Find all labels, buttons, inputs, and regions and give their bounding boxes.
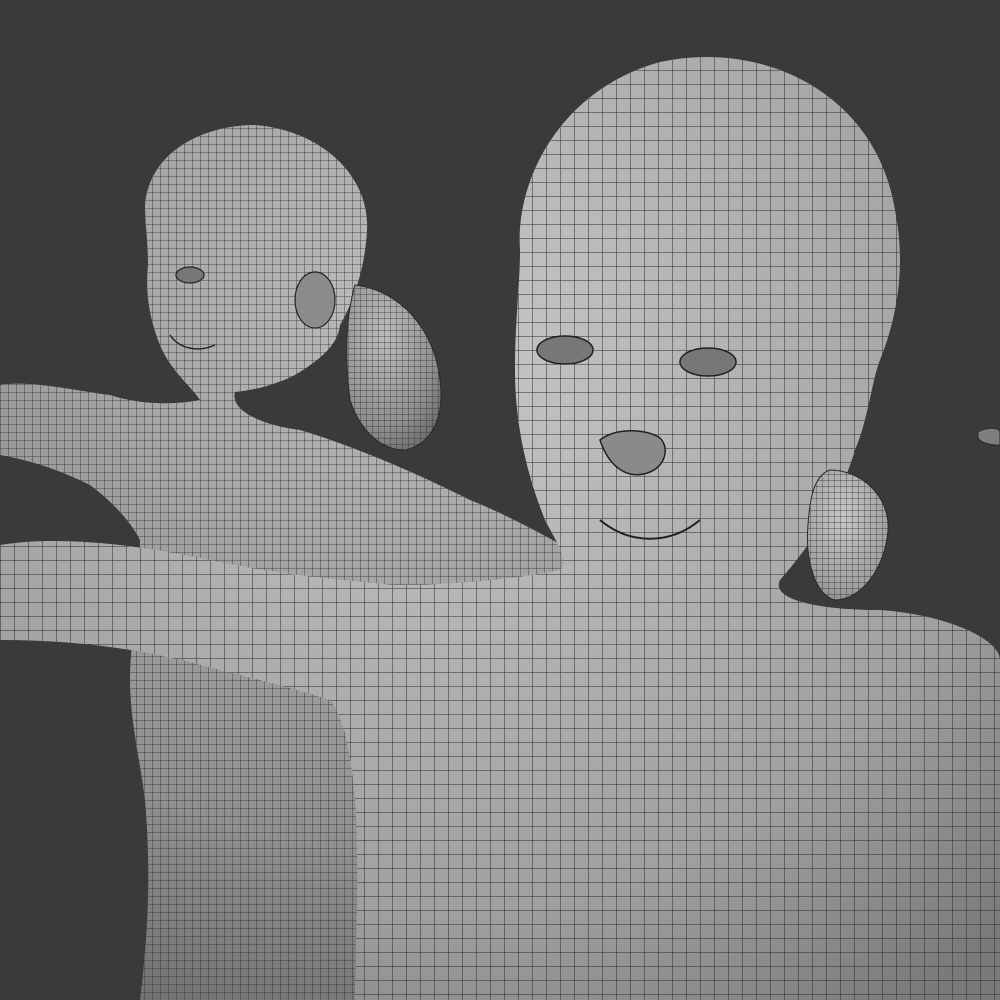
3d-viewport[interactable] xyxy=(0,0,1000,1000)
wireframe-scene[interactable] xyxy=(0,0,1000,1000)
